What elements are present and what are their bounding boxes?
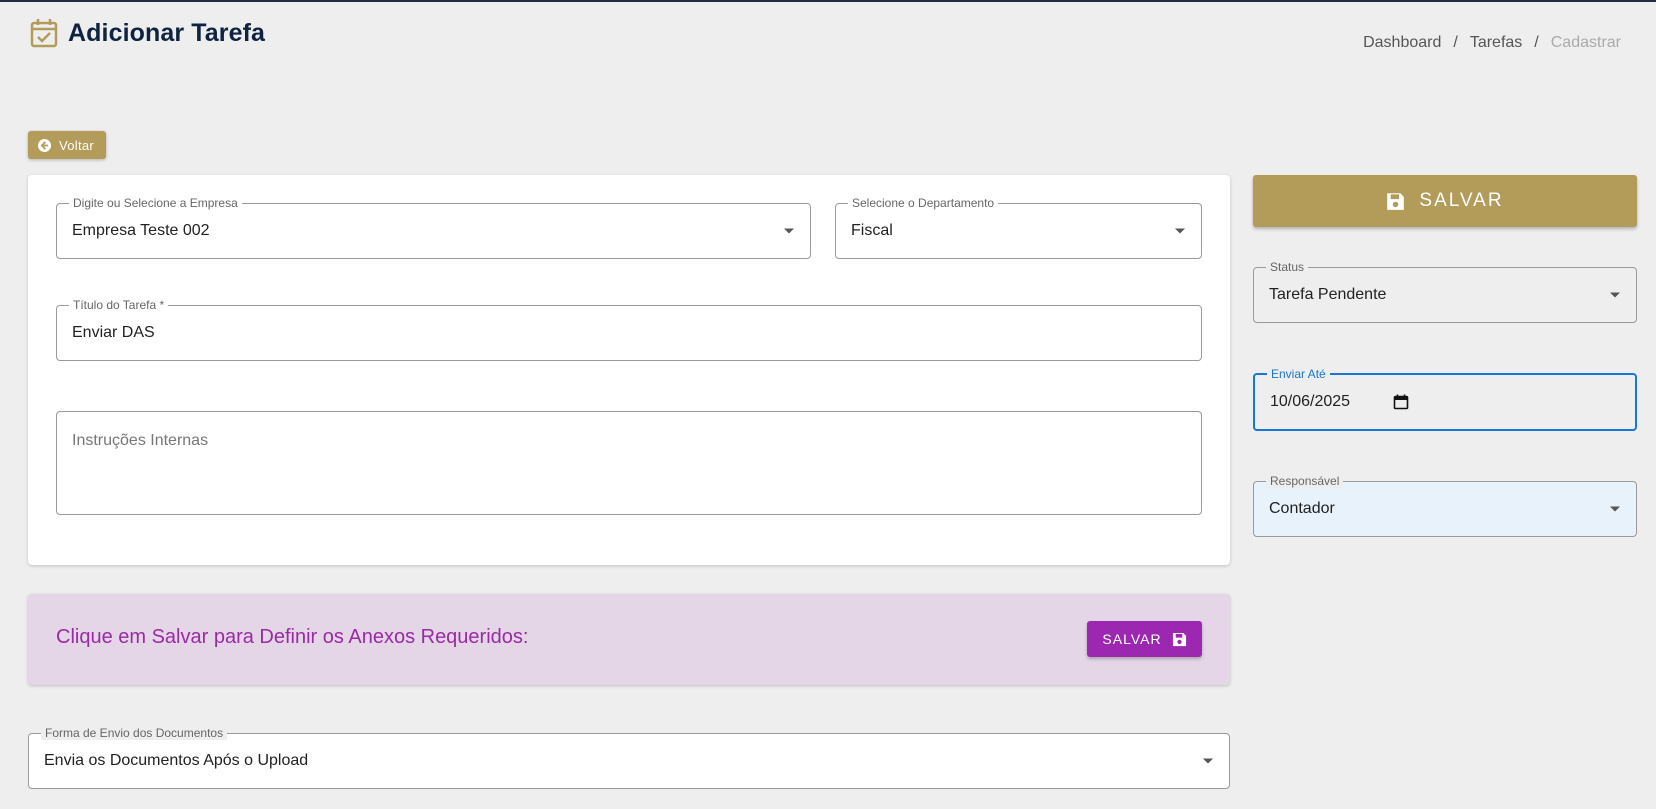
chevron-down-icon[interactable] bbox=[1175, 228, 1185, 234]
enviar-ate-value: 10/06/2025 bbox=[1270, 393, 1351, 410]
forma-envio-value: Envia os Documentos Após o Upload bbox=[44, 752, 309, 769]
save-icon bbox=[1172, 632, 1186, 646]
arrow-left-circle-icon bbox=[38, 138, 51, 152]
departamento-value: Fiscal bbox=[851, 222, 893, 239]
responsavel-select[interactable]: Responsável Contador bbox=[1253, 474, 1637, 537]
enviar-ate-date-input[interactable]: Enviar Até 10/06/2025 bbox=[1253, 367, 1637, 431]
breadcrumb-cadastrar: Cadastrar bbox=[1550, 34, 1621, 51]
task-form-card: Digite ou Selecione a Empresa Empresa Te… bbox=[28, 175, 1230, 565]
forma-envio-select[interactable]: Forma de Envio dos Documentos Envia os D… bbox=[28, 726, 1230, 789]
breadcrumb-tarefas[interactable]: Tarefas bbox=[1470, 34, 1522, 52]
responsavel-label: Responsável bbox=[1266, 474, 1344, 488]
anexos-save-label: SALVAR bbox=[1102, 631, 1162, 647]
titulo-value: Enviar DAS bbox=[72, 324, 155, 341]
anexos-save-button[interactable]: SALVAR bbox=[1087, 621, 1202, 657]
page-header: Adicionar Tarefa bbox=[30, 18, 265, 48]
chevron-down-icon[interactable] bbox=[1610, 506, 1620, 512]
chevron-down-icon[interactable] bbox=[784, 228, 794, 234]
chevron-down-icon[interactable] bbox=[1203, 758, 1213, 764]
save-button[interactable]: SALVAR bbox=[1253, 175, 1637, 227]
calendar-check-icon bbox=[30, 19, 58, 48]
departamento-label: Selecione o Departamento bbox=[848, 196, 999, 210]
titulo-label: Título do Tarefa * bbox=[69, 298, 169, 312]
status-value: Tarefa Pendente bbox=[1269, 286, 1387, 303]
anexos-message: Clique em Salvar para Definir os Anexos … bbox=[56, 626, 529, 648]
forma-envio-label: Forma de Envio dos Documentos bbox=[41, 726, 228, 740]
empresa-label: Digite ou Selecione a Empresa bbox=[69, 196, 242, 210]
empresa-select[interactable]: Digite ou Selecione a Empresa Empresa Te… bbox=[56, 196, 811, 259]
anexos-notice: Clique em Salvar para Definir os Anexos … bbox=[28, 594, 1230, 685]
enviar-ate-label: Enviar Até bbox=[1267, 367, 1330, 381]
page-title: Adicionar Tarefa bbox=[68, 18, 266, 47]
chevron-down-icon[interactable] bbox=[1610, 292, 1620, 298]
breadcrumb-dashboard[interactable]: Dashboard bbox=[1363, 34, 1441, 52]
departamento-select[interactable]: Selecione o Departamento Fiscal bbox=[835, 196, 1202, 259]
breadcrumb-separator: / bbox=[1453, 34, 1458, 51]
responsavel-value: Contador bbox=[1269, 500, 1335, 517]
breadcrumb-separator: / bbox=[1534, 34, 1539, 51]
instrucoes-textarea[interactable]: Instruções Internas bbox=[56, 411, 1202, 515]
status-select[interactable]: Status Tarefa Pendente bbox=[1253, 260, 1637, 323]
status-label: Status bbox=[1266, 260, 1309, 274]
breadcrumb: Dashboard / Tarefas / Cadastrar bbox=[1363, 34, 1621, 52]
empresa-value: Empresa Teste 002 bbox=[72, 222, 210, 239]
instrucoes-placeholder: Instruções Internas bbox=[72, 432, 209, 449]
calendar-icon[interactable] bbox=[1393, 394, 1409, 410]
save-button-label: SALVAR bbox=[1419, 190, 1504, 211]
back-button-label: Voltar bbox=[59, 137, 95, 153]
titulo-input[interactable]: Título do Tarefa * Enviar DAS bbox=[56, 298, 1202, 361]
save-icon bbox=[1387, 192, 1405, 210]
back-button[interactable]: Voltar bbox=[28, 131, 107, 159]
